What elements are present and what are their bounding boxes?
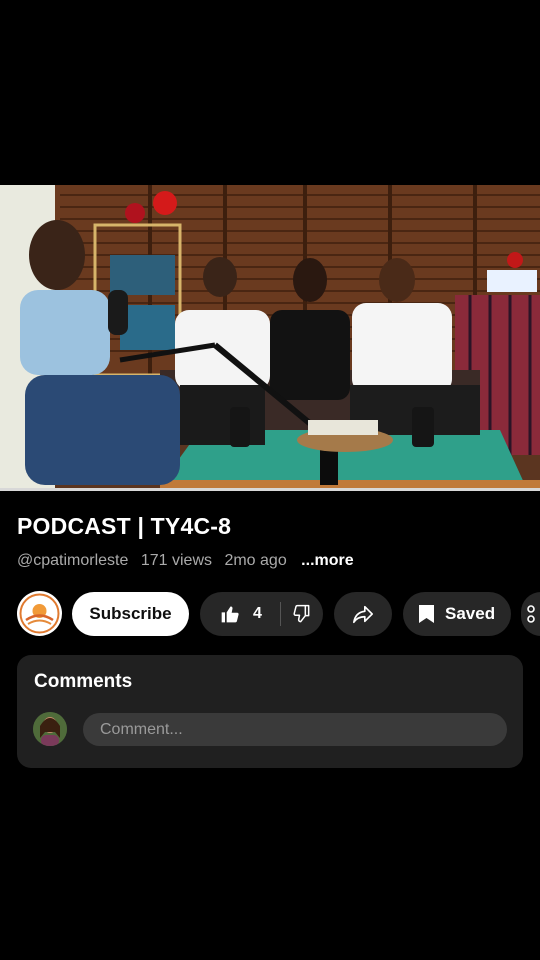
- video-meta: @cpatimorleste 171 views 2mo ago ...more: [17, 552, 362, 570]
- channel-avatar[interactable]: [17, 591, 62, 636]
- subscribe-button[interactable]: Subscribe: [72, 592, 189, 636]
- action-row: Subscribe 4 Saved: [0, 591, 540, 637]
- upload-age: 2mo ago: [224, 552, 287, 569]
- like-count: 4: [253, 605, 262, 622]
- more-link[interactable]: ...more: [301, 552, 353, 569]
- video-thumbnail: [0, 185, 540, 490]
- dislike-button[interactable]: [281, 592, 323, 636]
- share-icon: [353, 605, 373, 624]
- comment-input[interactable]: Comment...: [83, 713, 507, 746]
- share-button[interactable]: [334, 592, 392, 636]
- view-count: 171 views: [140, 552, 212, 569]
- more-actions-button[interactable]: [521, 592, 540, 636]
- thumbs-down-icon: [293, 604, 310, 623]
- user-avatar: [33, 712, 67, 746]
- channel-handle[interactable]: @cpatimorleste: [17, 552, 128, 569]
- video-player[interactable]: [0, 185, 540, 490]
- like-dislike-group: 4: [200, 592, 323, 636]
- overflow-icon: [527, 605, 535, 623]
- comments-heading: Comments: [34, 671, 133, 692]
- saved-button[interactable]: Saved: [403, 592, 511, 636]
- video-title: PODCAST | TY4C-8: [17, 513, 232, 539]
- thumbs-up-icon: [221, 606, 239, 623]
- saved-label: Saved: [445, 604, 496, 623]
- user-avatar-icon: [33, 712, 67, 746]
- bookmark-icon: [419, 605, 434, 623]
- channel-logo-icon: [17, 591, 62, 636]
- comments-panel[interactable]: Comments Comment...: [17, 655, 523, 768]
- like-button[interactable]: 4: [200, 592, 280, 636]
- video-progress-bar[interactable]: [0, 488, 540, 491]
